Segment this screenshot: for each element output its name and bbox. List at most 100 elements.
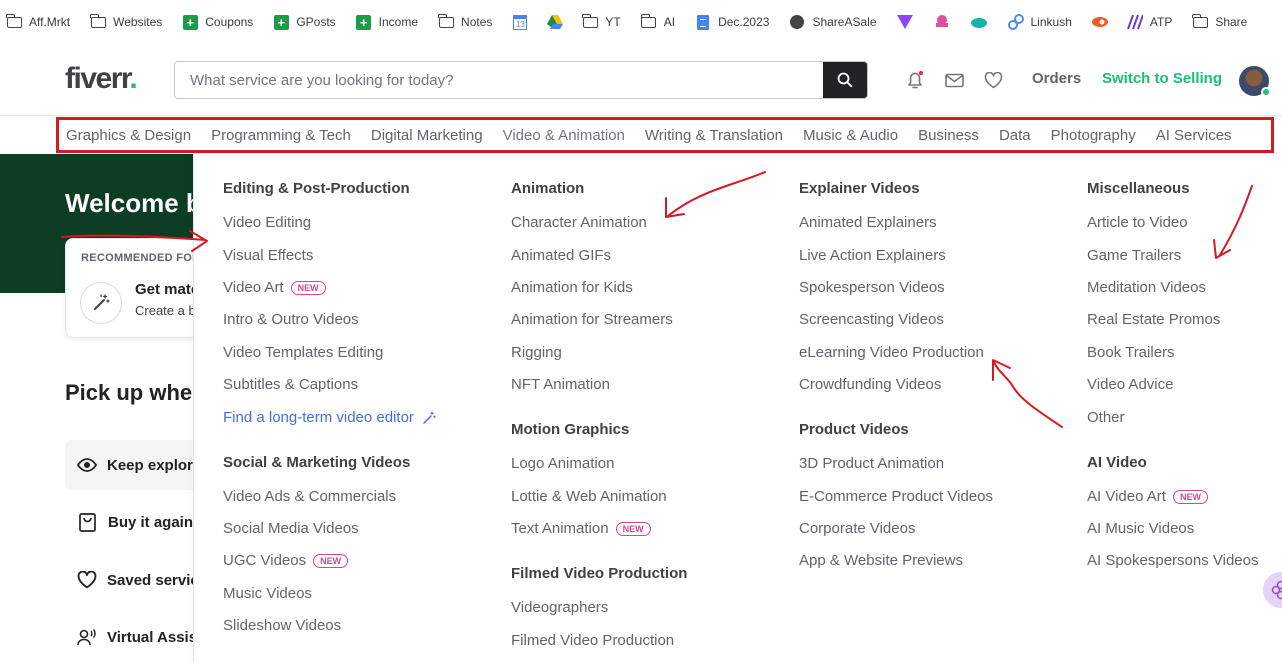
subcategory-app-website-previews[interactable]: App & Website Previews bbox=[799, 552, 963, 569]
bookmark-gposts[interactable]: + GPosts bbox=[273, 14, 336, 30]
folder-icon bbox=[640, 13, 657, 30]
search-button[interactable] bbox=[823, 62, 867, 98]
switch-to-selling-link[interactable]: Switch to Selling bbox=[1102, 70, 1222, 87]
subcategory-game-trailers[interactable]: Game Trailers bbox=[1087, 247, 1181, 264]
subcategory-video-templates[interactable]: Video Templates Editing bbox=[223, 344, 383, 361]
folder-icon bbox=[90, 13, 106, 30]
bookmark-websites[interactable]: Websites bbox=[90, 13, 162, 30]
category-graphics-design[interactable]: Graphics & Design bbox=[66, 127, 191, 144]
subcategory-video-art[interactable]: Video Art NEW bbox=[223, 279, 326, 296]
fiverr-logo[interactable]: fiverr. bbox=[65, 62, 138, 96]
subcategory-subtitles-captions[interactable]: Subtitles & Captions bbox=[223, 376, 358, 393]
subcategory-meditation-videos[interactable]: Meditation Videos bbox=[1087, 279, 1206, 296]
subcategory-lottie-web-animation[interactable]: Lottie & Web Animation bbox=[511, 488, 667, 505]
category-data[interactable]: Data bbox=[999, 127, 1031, 144]
virtual-assistant-item[interactable]: Virtual Assistant bbox=[65, 612, 193, 662]
subcategory-book-trailers[interactable]: Book Trailers bbox=[1087, 344, 1175, 361]
subcategory-visual-effects[interactable]: Visual Effects bbox=[223, 247, 313, 264]
bookmark-calendar[interactable]: 13 bbox=[512, 14, 535, 30]
find-long-term-editor-link[interactable]: Find a long-term video editor bbox=[223, 409, 436, 426]
subcategory-character-animation[interactable]: Character Animation bbox=[511, 214, 647, 231]
category-music-audio[interactable]: Music & Audio bbox=[803, 127, 898, 144]
subcategory-rigging[interactable]: Rigging bbox=[511, 344, 562, 361]
subcategory-article-to-video[interactable]: Article to Video bbox=[1087, 214, 1188, 231]
bookmark-drive[interactable] bbox=[547, 14, 570, 30]
keep-exploring-item[interactable]: Keep exploring bbox=[65, 440, 193, 490]
bookmark-ai[interactable]: AI bbox=[640, 13, 675, 30]
heart-icon bbox=[77, 571, 97, 589]
subcategory-ecommerce-product-videos[interactable]: E-Commerce Product Videos bbox=[799, 488, 993, 505]
subcategory-animation-kids[interactable]: Animation for Kids bbox=[511, 279, 633, 296]
subcategory-video-advice[interactable]: Video Advice bbox=[1087, 376, 1173, 393]
subcategory-text-animation[interactable]: Text Animation NEW bbox=[511, 520, 651, 537]
bookmark-dec2023[interactable]: Dec.2023 bbox=[695, 14, 769, 30]
notifications-button[interactable] bbox=[904, 69, 926, 91]
favorites-button[interactable] bbox=[982, 69, 1004, 91]
category-ai-services[interactable]: AI Services bbox=[1156, 127, 1232, 144]
subcategory-video-ads[interactable]: Video Ads & Commercials bbox=[223, 488, 396, 505]
bookmark-linkush[interactable]: Linkush bbox=[1007, 14, 1072, 30]
bookmark-shareasale[interactable]: ShareASale bbox=[789, 14, 877, 30]
bookmark-atp[interactable]: ATP bbox=[1126, 14, 1172, 30]
subcategory-video-editing[interactable]: Video Editing bbox=[223, 214, 311, 231]
subcategory-3d-product-animation[interactable]: 3D Product Animation bbox=[799, 455, 944, 472]
bookmark-yt[interactable]: YT bbox=[582, 13, 621, 30]
subcategory-animated-gifs[interactable]: Animated GIFs bbox=[511, 247, 611, 264]
subcategory-music-videos[interactable]: Music Videos bbox=[223, 585, 312, 602]
subcategory-ugc-videos[interactable]: UGC Videos NEW bbox=[223, 552, 349, 569]
search-input[interactable] bbox=[175, 62, 823, 98]
subcategory-other[interactable]: Other bbox=[1087, 409, 1125, 426]
buy-it-again-item[interactable]: Buy it again bbox=[65, 497, 193, 547]
bookmark-notes[interactable]: Notes bbox=[437, 13, 492, 30]
group-ai-video: AI Video bbox=[1087, 454, 1147, 471]
bookmark-octopus[interactable] bbox=[934, 14, 957, 30]
search-bar bbox=[174, 61, 868, 99]
category-writing-translation[interactable]: Writing & Translation bbox=[645, 127, 783, 144]
category-business[interactable]: Business bbox=[918, 127, 979, 144]
video-animation-dropdown: Editing & Post-Production Video Editing … bbox=[193, 154, 1282, 662]
subcategory-logo-animation[interactable]: Logo Animation bbox=[511, 455, 614, 472]
bookmark-orange-app[interactable] bbox=[1091, 14, 1115, 30]
bookmark-whale[interactable] bbox=[970, 14, 994, 30]
category-photography[interactable]: Photography bbox=[1051, 127, 1136, 144]
octopus-icon bbox=[934, 14, 950, 30]
bookmark-income[interactable]: + Income bbox=[356, 14, 418, 30]
subcategory-animation-streamers[interactable]: Animation for Streamers bbox=[511, 311, 673, 328]
subcategory-nft-animation[interactable]: NFT Animation bbox=[511, 376, 610, 393]
google-calendar-icon: 13 bbox=[512, 14, 528, 30]
bookmark-purple-app[interactable] bbox=[896, 14, 920, 30]
saved-services-item[interactable]: Saved services bbox=[65, 555, 193, 605]
bookmark-coupons[interactable]: + Coupons bbox=[182, 14, 253, 30]
subcategory-ai-music-videos[interactable]: AI Music Videos bbox=[1087, 520, 1194, 537]
subcategory-screencasting-videos[interactable]: Screencasting Videos bbox=[799, 311, 944, 328]
category-digital-marketing[interactable]: Digital Marketing bbox=[371, 127, 483, 144]
bookmark-aff-mrkt[interactable]: Aff.Mrkt bbox=[5, 13, 70, 30]
subcategory-social-media-videos[interactable]: Social Media Videos bbox=[223, 520, 359, 537]
subcategory-filmed-video-production[interactable]: Filmed Video Production bbox=[511, 632, 674, 649]
group-motion-graphics: Motion Graphics bbox=[511, 421, 630, 438]
recommendation-title: Get matched bbox=[135, 281, 193, 298]
subcategory-videographers[interactable]: Videographers bbox=[511, 599, 608, 616]
subcategory-ai-video-art[interactable]: AI Video Art NEW bbox=[1087, 488, 1208, 505]
messages-button[interactable] bbox=[943, 69, 965, 91]
subcategory-ai-spokespersons-videos[interactable]: AI Spokespersons Videos bbox=[1087, 552, 1259, 569]
subcategory-spokesperson-videos[interactable]: Spokesperson Videos bbox=[799, 279, 945, 296]
subcategory-slideshow-videos[interactable]: Slideshow Videos bbox=[223, 617, 341, 634]
google-sheets-icon: + bbox=[273, 14, 289, 30]
category-programming-tech[interactable]: Programming & Tech bbox=[211, 127, 351, 144]
pickup-heading: Pick up where you left off bbox=[65, 380, 193, 405]
bookmark-share[interactable]: Share bbox=[1192, 13, 1247, 30]
subcategory-corporate-videos[interactable]: Corporate Videos bbox=[799, 520, 915, 537]
subcategory-live-action-explainers[interactable]: Live Action Explainers bbox=[799, 247, 946, 264]
orders-link[interactable]: Orders bbox=[1032, 70, 1081, 87]
subcategory-animated-explainers[interactable]: Animated Explainers bbox=[799, 214, 937, 231]
subcategory-crowdfunding-videos[interactable]: Crowdfunding Videos bbox=[799, 376, 941, 393]
category-video-animation[interactable]: Video & Animation bbox=[503, 127, 625, 144]
folder-icon bbox=[437, 13, 454, 30]
subcategory-real-estate-promos[interactable]: Real Estate Promos bbox=[1087, 311, 1220, 328]
link-icon bbox=[1007, 14, 1024, 30]
new-badge: NEW bbox=[290, 280, 326, 295]
group-miscellaneous: Miscellaneous bbox=[1087, 180, 1190, 197]
subcategory-elearning-video-production[interactable]: eLearning Video Production bbox=[799, 344, 984, 361]
subcategory-intro-outro[interactable]: Intro & Outro Videos bbox=[223, 311, 359, 328]
